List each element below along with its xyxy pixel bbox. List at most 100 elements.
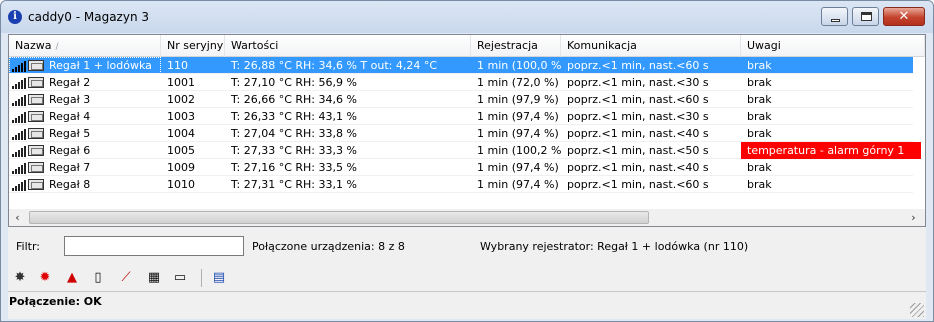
table-row[interactable]: Regał 5 1004 T: 27,04 °C RH: 33,8 % 1 min (… xyxy=(9,125,913,142)
device-name: Regał 4 xyxy=(49,110,91,123)
device-table: Nazwa ∕ Nr seryjny Wartości Rejestracja K… xyxy=(8,34,926,227)
cell-notes: brak xyxy=(747,93,772,106)
cell-notes: brak xyxy=(747,76,772,89)
cell-notes: brak xyxy=(747,127,772,140)
device-name: Regał 5 xyxy=(49,127,91,140)
table-row[interactable]: Regał 6 1005 T: 27,33 °C RH: 33,3 % 1 min (… xyxy=(9,142,921,159)
alarm-sun-icon[interactable]: ✹ xyxy=(35,268,55,288)
scrollbar-thumb[interactable] xyxy=(29,211,649,224)
cell-name: Regał 7 xyxy=(9,159,161,176)
open-book-icon[interactable]: ▭ xyxy=(170,268,190,288)
filter-label: Filtr: xyxy=(16,240,40,253)
cell-serial: 1005 xyxy=(167,144,195,157)
logger-device-icon xyxy=(28,94,44,105)
table-row[interactable]: Regał 7 1009 T: 27,16 °C RH: 33,5 % 1 min (… xyxy=(9,159,913,176)
close-button[interactable]: ✕ xyxy=(883,7,925,26)
signal-strength-icon xyxy=(12,78,26,89)
scroll-left-icon[interactable]: ‹ xyxy=(9,209,26,226)
column-header-registration[interactable]: Rejestracja xyxy=(471,35,561,57)
minimize-button[interactable] xyxy=(821,7,848,26)
cell-communication: poprz.<1 min, nast.<60 s xyxy=(567,178,709,191)
cell-values: T: 26,33 °C RH: 43,1 % xyxy=(231,110,357,123)
filter-input[interactable] xyxy=(64,236,244,256)
book-icon[interactable]: ▯ xyxy=(88,268,108,288)
device-name: Regał 8 xyxy=(49,178,91,191)
info-icon: i xyxy=(8,10,22,24)
cell-communication: poprz.<1 min, nast.<60 s xyxy=(567,59,709,72)
cell-communication: poprz.<1 min, nast.<50 s xyxy=(567,144,709,157)
client-area: Nazwa ∕ Nr seryjny Wartości Rejestracja K… xyxy=(8,34,926,319)
signal-strength-icon xyxy=(12,163,26,174)
cell-name: Regał 6 xyxy=(9,142,161,159)
column-header-notes[interactable]: Uwagi xyxy=(741,35,925,57)
device-name: Regał 6 xyxy=(49,144,91,157)
selected-logger-label: Wybrany rejestrator: Regał 1 + lodówka (… xyxy=(480,240,749,253)
title-bar[interactable]: i caddy0 - Magazyn 3 ✕ xyxy=(1,1,933,33)
cell-communication: poprz.<1 min, nast.<60 s xyxy=(567,93,709,106)
table-row[interactable]: Regał 2 1001 T: 27,10 °C RH: 56,9 % 1 min (… xyxy=(9,74,913,91)
cell-registration: 1 min (97,4 %) xyxy=(477,127,559,140)
settings-gear-icon[interactable]: ✸ xyxy=(10,268,30,288)
cell-serial: 1010 xyxy=(167,178,195,191)
resize-grip-icon[interactable] xyxy=(910,303,924,317)
column-header-values[interactable]: Wartości xyxy=(225,35,471,57)
cell-name: Regał 5 xyxy=(9,125,161,142)
logger-device-icon xyxy=(28,111,44,122)
cell-serial: 1001 xyxy=(167,76,195,89)
cell-registration: 1 min (100,0 %) xyxy=(477,59,561,72)
siren-icon[interactable]: ▲ xyxy=(62,268,82,288)
column-header-label: Nazwa xyxy=(15,39,52,52)
cell-name: Regał 4 xyxy=(9,108,161,125)
logger-device-icon xyxy=(28,77,44,88)
device-name: Regał 1 + lodówka xyxy=(49,59,152,72)
cell-serial: 110 xyxy=(167,59,188,72)
cell-notes: brak xyxy=(747,59,772,72)
cell-communication: poprz.<1 min, nast.<40 s xyxy=(567,127,709,140)
sort-asc-icon: ∕ xyxy=(55,42,59,52)
cell-communication: poprz.<1 min, nast.<30 s xyxy=(567,110,709,123)
cell-registration: 1 min (97,4 %) xyxy=(477,110,559,123)
cell-registration: 1 min (97,4 %) xyxy=(477,178,559,191)
cell-communication: poprz.<1 min, nast.<30 s xyxy=(567,76,709,89)
cell-values: T: 27,33 °C RH: 33,3 % xyxy=(231,144,357,157)
cell-name: Regał 3 xyxy=(9,91,161,108)
cell-name: Regał 8 xyxy=(9,176,161,193)
table-row[interactable]: Regał 8 1010 T: 27,31 °C RH: 33,1 % 1 min (… xyxy=(9,176,913,193)
cell-notes: brak xyxy=(747,178,772,191)
device-icon[interactable]: ▤ xyxy=(209,268,229,288)
horizontal-scrollbar[interactable]: ‹ › xyxy=(9,209,925,226)
cell-notes: temperatura - alarm górny 1 xyxy=(741,142,921,159)
minimize-icon xyxy=(831,19,840,22)
cell-registration: 1 min (97,4 %) xyxy=(477,161,559,174)
cell-serial: 1002 xyxy=(167,93,195,106)
column-header-serial[interactable]: Nr seryjny xyxy=(161,35,225,57)
table-row[interactable]: Regał 3 1002 T: 26,66 °C RH: 34,6 % 1 min (… xyxy=(9,91,913,108)
cell-values: T: 27,10 °C RH: 56,9 % xyxy=(231,76,357,89)
cell-name: Regał 1 + lodówka xyxy=(9,57,161,74)
logger-device-icon xyxy=(28,145,44,156)
logger-device-icon xyxy=(28,60,44,71)
close-icon: ✕ xyxy=(898,9,910,24)
signal-strength-icon xyxy=(12,146,26,157)
table-header: Nazwa ∕ Nr seryjny Wartości Rejestracja K… xyxy=(9,35,925,57)
cell-values: T: 26,66 °C RH: 34,6 % xyxy=(231,93,357,106)
table-icon[interactable]: ▦ xyxy=(144,268,164,288)
device-name: Regał 3 xyxy=(49,93,91,106)
cell-registration: 1 min (100,2 %) xyxy=(477,144,561,157)
connected-devices-label: Połączone urządzenia: 8 z 8 xyxy=(252,240,405,253)
table-row[interactable]: Regał 4 1003 T: 26,33 °C RH: 43,1 % 1 min (… xyxy=(9,108,913,125)
cell-notes: brak xyxy=(747,161,772,174)
cell-registration: 1 min (72,0 %) xyxy=(477,76,559,89)
scroll-right-icon[interactable]: › xyxy=(905,209,922,226)
cell-registration: 1 min (97,9 %) xyxy=(477,93,559,106)
column-header-communication[interactable]: Komunikacja xyxy=(561,35,741,57)
column-header-name[interactable]: Nazwa ∕ xyxy=(9,35,161,57)
cell-serial: 1004 xyxy=(167,127,195,140)
table-row[interactable]: Regał 1 + lodówka 110 T: 26,88 °C RH: 34,6… xyxy=(9,57,913,74)
maximize-button[interactable] xyxy=(852,7,879,26)
chart-icon[interactable]: ⟋ xyxy=(116,268,136,288)
signal-strength-icon xyxy=(12,95,26,106)
status-bar: Połączenie: OK xyxy=(8,291,926,311)
device-name: Regał 2 xyxy=(49,76,91,89)
logger-device-icon xyxy=(28,179,44,190)
